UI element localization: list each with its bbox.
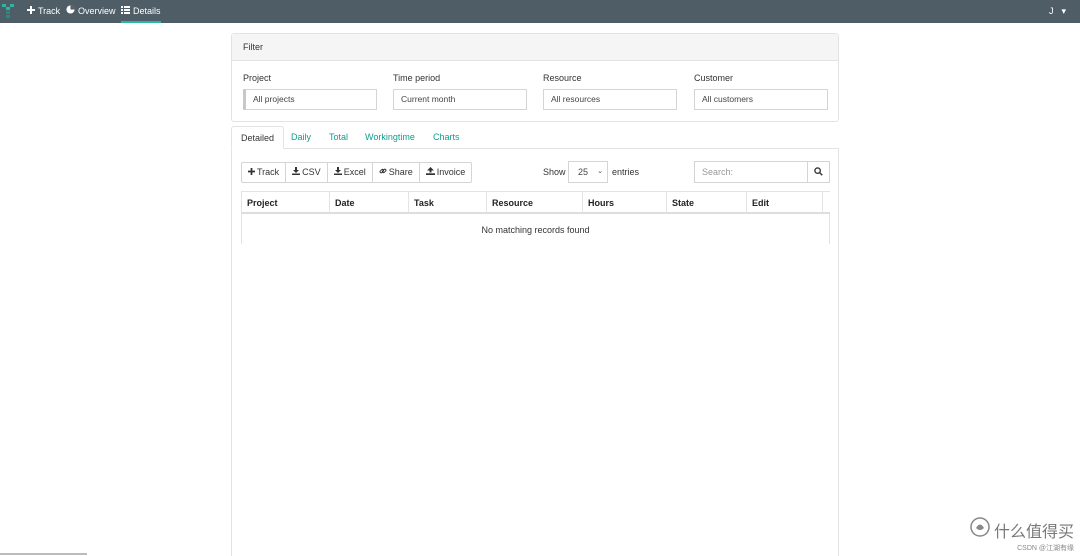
user-upload-icon [425,163,435,182]
column-header-task[interactable]: Task [409,192,487,213]
search-button[interactable] [807,161,830,183]
page-size-select[interactable]: 25 ⌄ [568,161,608,183]
watermark-subtext: CSDN @江湖有缘 [1017,545,1074,552]
filter-panel-title: Filter [232,34,838,61]
watermark: 什么值得买 CSDN @江湖有缘 [970,517,1074,553]
watermark-logo-icon [970,517,990,542]
tab-detailed[interactable]: Detailed [231,126,285,149]
excel-button[interactable]: Excel [326,162,373,183]
invoice-button-label: Invoice [436,167,466,177]
nav-overview-label: Overview [78,6,116,16]
column-header-date[interactable]: Date [330,192,409,213]
plus-icon [27,0,35,23]
share-button[interactable]: Share [371,162,420,183]
link-icon [379,163,387,182]
invoice-button[interactable]: Invoice [418,162,473,183]
chevron-down-icon: ▾ [1061,6,1066,16]
page-size-value: 25 [578,167,589,177]
tracker-logo-icon[interactable] [1,3,15,19]
empty-table-message: No matching records found [241,214,830,244]
nav-details-label: Details [133,6,161,16]
tab-charts[interactable]: Charts [424,126,469,149]
watermark-text: 什么值得买 [993,523,1074,541]
details-table: Project Date Task Resource Hours State E… [241,191,830,244]
track-button-label: Track [257,167,280,177]
nav-track-label: Track [38,6,61,16]
csv-button[interactable]: CSV [285,162,328,183]
download-icon [333,163,342,182]
filter-resource-select[interactable]: All resources [543,89,677,110]
share-button-label: Share [388,167,413,177]
chevron-down-icon: ⌄ [597,168,603,175]
filter-time-period-select[interactable]: Current month [393,89,527,110]
tab-daily[interactable]: Daily [282,126,320,149]
nav-overview[interactable]: Overview [66,0,116,23]
filter-project-label: Project [243,73,272,83]
plus-icon [248,163,255,182]
user-menu[interactable]: J ▾ [1049,0,1066,23]
show-label: Show [543,167,566,177]
user-initial: J [1048,6,1054,16]
entries-label: entries [612,167,640,177]
pie-chart-icon [66,0,75,23]
filter-project-select[interactable]: All projects [243,89,377,110]
column-header-state[interactable]: State [667,192,747,213]
column-header-edit[interactable]: Edit [747,192,823,213]
tab-total[interactable]: Total [320,126,357,149]
filter-resource-label: Resource [543,73,582,83]
filter-customer-select[interactable]: All customers [694,89,828,110]
track-button[interactable]: Track [241,162,287,183]
export-button-group: Track CSV Excel Share Invoice [241,162,473,183]
filter-time-period-label: Time period [393,73,441,83]
excel-button-label: Excel [343,167,366,177]
tab-workingtime[interactable]: Workingtime [356,126,424,149]
search-input[interactable]: Search: [694,161,808,183]
top-navbar: Track Overview Details J ▾ [0,0,1080,23]
horizontal-scrollbar[interactable] [0,553,87,555]
nav-track[interactable]: Track [27,0,60,23]
download-icon [292,163,301,182]
table-header: Project Date Task Resource Hours State E… [241,191,830,214]
column-header-project[interactable]: Project [241,192,330,213]
csv-button-label: CSV [302,167,321,177]
filter-customer-label: Customer [694,73,734,83]
list-icon [121,0,130,23]
search-icon [814,166,823,178]
report-tabs: Detailed Daily Total Workingtime Charts [231,126,839,149]
nav-details[interactable]: Details [121,0,161,23]
column-header-hours[interactable]: Hours [583,192,667,213]
column-header-resource[interactable]: Resource [487,192,583,213]
